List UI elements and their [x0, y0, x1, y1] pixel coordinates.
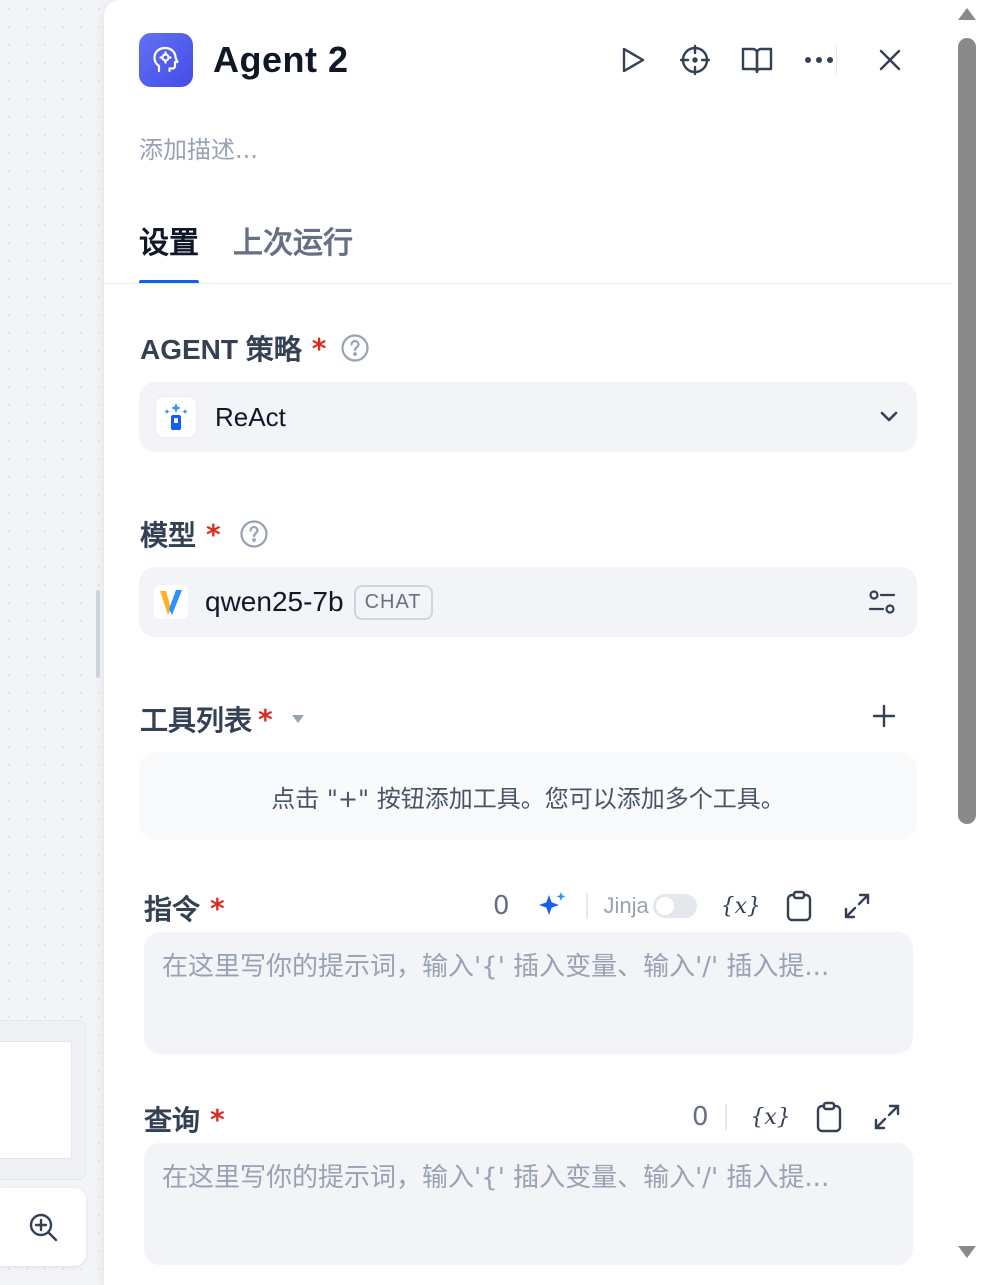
model-selector[interactable]: qwen25-7b CHAT — [139, 567, 917, 637]
plus-icon — [872, 704, 896, 728]
scroll-up-arrow[interactable] — [958, 8, 976, 20]
instruction-label-text: 指令 — [144, 893, 201, 926]
tab-last-run[interactable]: 上次运行 — [233, 218, 353, 284]
canvas-node-body — [0, 1041, 72, 1159]
header-actions — [613, 32, 861, 88]
variable-icon: {x} — [750, 1104, 791, 1130]
jinja-label: Jinja — [603, 893, 649, 918]
char-count: 0 — [493, 891, 510, 921]
agent-strategy-label: AGENT 策略 * — [140, 328, 370, 368]
toolbar-divider — [724, 1104, 727, 1130]
expand-icon — [874, 1104, 899, 1130]
clipboard-icon — [816, 1101, 841, 1133]
model-provider-logo — [151, 582, 191, 622]
run-node-button[interactable] — [613, 40, 653, 80]
char-count: 0 — [692, 1102, 709, 1132]
model-mode-badge: CHAT — [353, 584, 433, 620]
panel-scrollbar[interactable] — [954, 0, 980, 1285]
help-icon[interactable] — [340, 333, 370, 363]
copy-button[interactable] — [809, 1097, 849, 1137]
required-mark: * — [311, 331, 327, 365]
query-label-text: 查询 — [144, 1104, 201, 1137]
close-panel-button[interactable] — [870, 40, 910, 80]
sparkle-icon — [538, 892, 566, 915]
agent-node-icon — [139, 33, 193, 87]
zoom-in-icon — [29, 1213, 58, 1242]
tools-label-text: 工具列表 — [140, 704, 253, 737]
locate-node-button[interactable] — [675, 40, 715, 80]
agent-node-panel: Agent 2 添加描述... 设置 上次运行 AGENT 策略 * ReAct… — [104, 0, 992, 1285]
tab-settings[interactable]: 设置 — [139, 218, 199, 284]
insert-variable-button[interactable]: {x} — [750, 1097, 791, 1137]
tabs-divider — [104, 283, 952, 284]
clipboard-icon — [786, 890, 811, 922]
docs-button[interactable] — [737, 40, 777, 80]
panel-tabs: 设置 上次运行 — [139, 218, 387, 284]
copy-button[interactable] — [779, 886, 819, 926]
required-mark: * — [210, 1102, 225, 1136]
required-mark: * — [210, 891, 225, 925]
agent-strategy-value: ReAct — [215, 401, 286, 432]
expand-icon — [844, 893, 869, 919]
react-strategy-icon — [155, 396, 197, 438]
query-label: 查询 * — [144, 1099, 225, 1139]
tools-empty-state: 点击 "+" 按钮添加工具。您可以添加多个工具。 — [139, 752, 917, 840]
required-mark: * — [206, 517, 221, 551]
play-icon — [622, 47, 645, 73]
agent-brain-icon — [153, 46, 179, 73]
panel-resize-handle[interactable] — [96, 590, 100, 678]
ai-generate-button[interactable] — [532, 886, 572, 926]
insert-variable-button[interactable]: {x} — [721, 886, 761, 926]
crosshair-icon — [679, 44, 711, 76]
more-button[interactable] — [799, 40, 839, 80]
variable-icon: {x} — [720, 893, 761, 919]
caret-down-icon[interactable] — [291, 714, 305, 724]
tools-label: 工具列表 * — [140, 699, 305, 739]
agent-strategy-select[interactable]: ReAct — [139, 382, 917, 452]
book-icon — [741, 47, 773, 74]
header-divider — [836, 45, 837, 75]
expand-button[interactable] — [867, 1097, 907, 1137]
toolbar-divider — [585, 893, 588, 919]
canvas-node-card[interactable] — [0, 1020, 86, 1180]
settings-sliders-icon[interactable] — [867, 587, 897, 617]
scroll-down-arrow[interactable] — [958, 1246, 976, 1258]
panel-title[interactable]: Agent 2 — [213, 39, 349, 81]
model-label-text: 模型 — [140, 519, 197, 552]
help-icon[interactable] — [239, 519, 269, 549]
description-input[interactable]: 添加描述... — [139, 130, 258, 165]
required-mark: * — [258, 702, 273, 736]
scroll-thumb[interactable] — [958, 38, 976, 824]
expand-button[interactable] — [837, 886, 877, 926]
chevron-down-icon — [880, 411, 898, 422]
agent-strategy-label-text: AGENT 策略 — [140, 334, 302, 365]
add-tool-button[interactable] — [868, 700, 900, 732]
model-name: qwen25-7b — [205, 586, 344, 617]
query-toolbar: 0 {x} — [692, 1097, 907, 1137]
instruction-editor[interactable]: 在这里写你的提示词，输入'{' 插入变量、输入'/' 插入提... — [144, 932, 913, 1054]
model-label: 模型 * — [140, 514, 269, 554]
jinja-toggle[interactable] — [652, 894, 697, 918]
more-horizontal-icon — [805, 57, 833, 63]
panel-header: Agent 2 — [139, 32, 902, 88]
zoom-in-button[interactable] — [0, 1188, 86, 1266]
query-editor[interactable]: 在这里写你的提示词，输入'{' 插入变量、输入'/' 插入提... — [144, 1143, 913, 1265]
instruction-toolbar: 0 Jinja {x} — [493, 886, 877, 926]
instruction-label: 指令 * — [144, 888, 225, 928]
close-icon — [879, 49, 901, 71]
